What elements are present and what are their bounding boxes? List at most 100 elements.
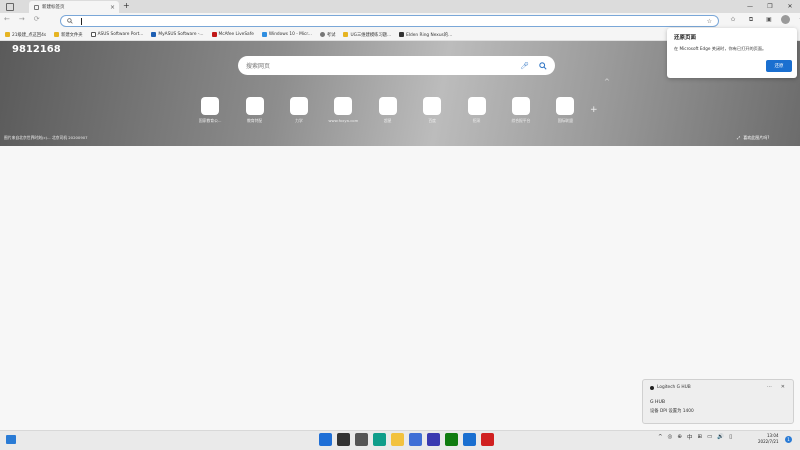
tab-close-icon[interactable]: × <box>110 4 115 11</box>
extensions-icon[interactable]: ▣ <box>763 16 775 23</box>
close-window-button[interactable]: ✕ <box>780 0 800 13</box>
quick-link-tile <box>467 97 486 115</box>
widgets-icon[interactable] <box>6 435 16 444</box>
toast-notification[interactable]: Logitech G HUB ··· ✕ G HUB 设备 DPI 设置为 14… <box>642 379 794 424</box>
display-icon[interactable]: ▭ <box>707 434 712 440</box>
favorite-item[interactable]: MyASUS Software -... <box>151 32 204 37</box>
text-cursor <box>81 17 82 25</box>
quick-link[interactable]: 百度 <box>410 97 454 124</box>
task-view-icon[interactable] <box>355 433 368 446</box>
notification-body: 设备 DPI 设置为 1400 <box>650 409 694 414</box>
quick-link[interactable]: 超星 <box>366 97 410 124</box>
quick-link-label: 超星 <box>383 118 392 123</box>
page-icon <box>90 32 96 37</box>
input-language[interactable]: 中 <box>687 433 693 441</box>
tray-app-icon[interactable]: ⊕ <box>677 434 682 440</box>
back-button[interactable]: ← <box>4 15 10 23</box>
quick-link-tile <box>289 97 308 115</box>
notification-close-button[interactable]: ✕ <box>781 384 785 390</box>
favorite-label: Windows 10 - Micr... <box>268 32 312 37</box>
quick-link[interactable]: 国家教育公... <box>188 97 232 124</box>
app-icon[interactable] <box>481 433 494 446</box>
folder-icon <box>5 32 10 37</box>
quick-link[interactable]: 综合报平台 <box>499 97 543 124</box>
minimize-button[interactable]: — <box>740 0 760 13</box>
forward-button[interactable]: → <box>19 15 25 23</box>
restore-pages-popup: 还原页面 在 Microsoft Edge 关闭时，你有已打开的页面。 还原 <box>667 28 797 78</box>
search-taskbar-icon[interactable] <box>337 433 350 446</box>
tab-strip <box>0 0 800 13</box>
toolbar-icons: ✩ ⧉ ▣ ··· <box>727 15 800 24</box>
favorite-item[interactable]: McAfee LiveSafe <box>211 32 254 37</box>
volume-icon[interactable]: 🔊 <box>717 434 724 440</box>
quick-link-tile <box>245 97 264 115</box>
search-input[interactable]: 搜索网页 <box>246 61 520 70</box>
mail-icon[interactable] <box>427 433 440 446</box>
favorite-label: Elden Ring Nexus的... <box>406 32 453 38</box>
like-image-link[interactable]: ⤢ 喜欢此图片吗? <box>737 135 769 141</box>
quick-link[interactable]: www.fxxya.com <box>321 97 365 124</box>
quick-link[interactable]: 力学 <box>277 97 321 124</box>
quick-link-label: 国际联盟 <box>557 118 573 123</box>
start-button[interactable] <box>319 433 332 446</box>
favorite-item[interactable]: ASUS Software Port... <box>90 32 144 37</box>
restore-button[interactable]: ❐ <box>760 0 780 13</box>
xbox-icon[interactable] <box>445 433 458 446</box>
address-bar[interactable]: ☆ <box>60 15 719 27</box>
tab-favicon-icon <box>34 4 39 10</box>
quick-link-label: www.fxxya.com <box>328 118 359 123</box>
more-menu-icon[interactable]: ··· <box>796 16 800 23</box>
outlook-icon[interactable] <box>463 433 476 446</box>
quick-link[interactable]: 教育特配 <box>232 97 276 124</box>
edge-icon[interactable] <box>373 433 386 446</box>
expand-icon: ⤢ <box>737 135 741 140</box>
tray-app-icon[interactable]: ◎ <box>668 434 673 440</box>
file-explorer-icon[interactable] <box>391 433 404 446</box>
search-icon[interactable] <box>539 61 547 70</box>
collections-icon[interactable]: ⧉ <box>745 16 757 24</box>
windows-icon <box>261 32 267 37</box>
image-caption[interactable]: 图片来自北京世界时刻(c)... 北京司机 20200907 <box>4 135 88 141</box>
favorite-item[interactable]: 考试 <box>319 32 336 38</box>
quick-link[interactable]: 招采 <box>454 97 498 124</box>
quick-link-tile <box>511 97 530 115</box>
quick-link-label: 力学 <box>295 118 303 123</box>
clock-date: 2022/7/21 <box>758 439 779 444</box>
favorite-label: 考试 <box>326 32 336 38</box>
favorite-item[interactable]: Windows 10 - Micr... <box>261 32 312 37</box>
battery-icon[interactable]: ▯ <box>729 434 732 440</box>
add-quick-link-button[interactable]: + <box>590 105 598 115</box>
nav-buttons: ← → ⟳ <box>4 15 40 23</box>
quick-link-tile <box>556 97 575 115</box>
more-caret-icon[interactable]: ^ <box>604 78 610 86</box>
workspaces-icon[interactable] <box>6 3 14 11</box>
favorite-item[interactable]: Elden Ring Nexus的... <box>399 32 452 38</box>
taskbar-apps <box>319 433 494 446</box>
tab-new-tab[interactable]: 新建标签页 × <box>29 1 119 13</box>
quick-link-label: 百度 <box>428 118 436 123</box>
favorite-label: MyASUS Software -... <box>158 32 204 37</box>
favorites-icon[interactable]: ✩ <box>727 16 739 23</box>
microphone-icon[interactable]: 🎤︎ <box>520 62 529 70</box>
folder-icon <box>54 32 60 37</box>
notification-badge[interactable]: 1 <box>785 436 792 443</box>
favorite-star-icon[interactable]: ☆ <box>707 18 712 25</box>
new-tab-button[interactable]: + <box>123 1 130 10</box>
profile-avatar[interactable] <box>781 15 790 24</box>
system-tray: ^ ◎ ⊕ 中 ⊞ ▭ 🔊 ▯ <box>658 433 732 441</box>
store-icon[interactable] <box>409 433 422 446</box>
like-image-label: 喜欢此图片吗? <box>743 135 770 140</box>
quick-link[interactable]: 国际联盟 <box>543 97 587 124</box>
notification-more-button[interactable]: ··· <box>767 384 772 390</box>
favorite-item[interactable]: 新建文件夹 <box>54 32 83 38</box>
tray-overflow-icon[interactable]: ^ <box>658 434 663 440</box>
clock[interactable]: 13:04 2022/7/21 <box>758 433 779 445</box>
search-box[interactable]: 搜索网页 🎤︎ <box>238 56 555 75</box>
favorite-label: ASUS Software Port... <box>97 32 144 37</box>
ime-icon[interactable]: ⊞ <box>698 434 703 440</box>
refresh-button[interactable]: ⟳ <box>34 15 40 23</box>
favorite-item[interactable]: UG三维建模练习题... <box>343 32 391 38</box>
quick-link-label: 国家教育公... <box>198 118 222 123</box>
favorite-item[interactable]: 21级建_点这回4s <box>5 32 46 38</box>
restore-button[interactable]: 还原 <box>766 60 792 72</box>
